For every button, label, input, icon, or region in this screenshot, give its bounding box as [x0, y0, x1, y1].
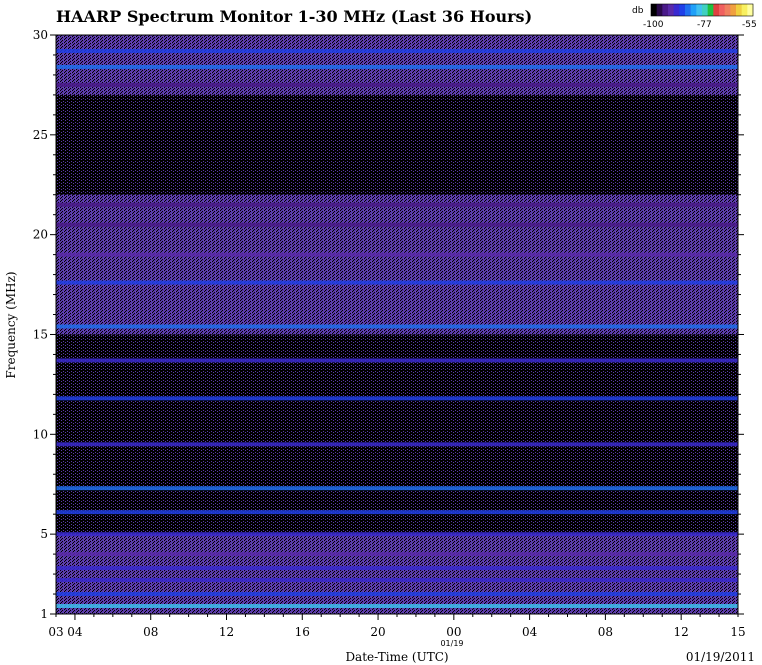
y-tick-label: 25 — [33, 128, 48, 142]
frequency-band — [56, 510, 738, 515]
x-tick-label: 03 — [48, 625, 63, 639]
frequency-bands — [56, 35, 738, 614]
x-tick-label: 20 — [370, 625, 385, 639]
x-tick-label: 12 — [674, 625, 689, 639]
frequency-band — [56, 486, 738, 491]
noise-region — [56, 534, 738, 614]
frequency-band — [56, 532, 738, 537]
colorbar-swatch — [724, 4, 731, 16]
frequency-band — [56, 280, 738, 285]
frequency-band — [56, 324, 738, 329]
y-tick-label: 15 — [33, 327, 48, 341]
colorbar-swatch — [651, 4, 658, 16]
quiet-region — [56, 334, 738, 535]
y-tick-label: 1 — [40, 607, 48, 621]
frequency-band — [56, 396, 738, 401]
colorbar-tick-min: -100 — [643, 20, 664, 30]
frequency-band — [56, 252, 738, 257]
quiet-region — [56, 94, 738, 195]
frequency-band — [56, 202, 738, 207]
colorbar-swatch — [668, 4, 675, 16]
colorbar-swatch — [662, 4, 669, 16]
frequency-band — [56, 578, 738, 583]
y-tick-label: 30 — [33, 28, 48, 42]
plot-area — [55, 34, 739, 615]
colorbar-swatch — [719, 4, 726, 16]
x-tick-label: 08 — [143, 625, 158, 639]
date-label: 01/19/2011 — [686, 650, 755, 664]
x-axis-label: Date-Time (UTC) — [345, 650, 448, 664]
y-tick-label: 5 — [40, 527, 48, 541]
colorbar-swatch — [696, 4, 703, 16]
colorbar-swatch — [713, 4, 720, 16]
colorbar-unit: db — [632, 6, 644, 16]
chart-title: HAARP Spectrum Monitor 1-30 MHz (Last 36… — [56, 7, 532, 26]
frequency-band — [56, 552, 738, 557]
colorbar-swatch — [747, 4, 754, 16]
colorbar-tick-max: -55 — [742, 20, 757, 30]
frequency-band — [56, 48, 738, 53]
x-tick-label: 16 — [295, 625, 310, 639]
noise-region — [56, 194, 738, 245]
colorbar-swatch — [741, 4, 748, 16]
frequency-band — [56, 222, 738, 227]
colorbar-swatch — [690, 4, 697, 16]
y-tick-label: 10 — [33, 427, 48, 441]
frequency-band — [56, 358, 738, 363]
colorbar-swatch — [730, 4, 737, 16]
colorbar-swatch — [673, 4, 680, 16]
x-axis: 03 04 08 12 16 20 00 04 08 12 15 — [48, 614, 746, 639]
date-marker: 01/19 — [440, 639, 463, 648]
spectrogram-chart: HAARP Spectrum Monitor 1-30 MHz (Last 36… — [4, 3, 757, 664]
colorbar-swatch — [707, 4, 714, 16]
frequency-band — [56, 592, 738, 597]
colorbar-tick-mid: -77 — [697, 20, 712, 30]
frequency-band — [56, 82, 738, 87]
colorbar-swatches — [650, 3, 754, 17]
frequency-band — [56, 64, 738, 69]
x-tick-label: 15 — [730, 625, 745, 639]
y-tick-label: 20 — [33, 228, 48, 242]
frequency-band — [56, 442, 738, 447]
colorbar-swatch — [736, 4, 743, 16]
y-axis-label: Frequency (MHz) — [4, 271, 18, 378]
x-tick-label: 08 — [598, 625, 613, 639]
x-tick-label: 04 — [67, 625, 83, 639]
colorbar-swatch — [702, 4, 709, 16]
colorbar-swatch — [685, 4, 692, 16]
frequency-band — [56, 566, 738, 571]
x-tick-label: 12 — [219, 625, 234, 639]
colorbar: db -100 -77 -55 — [632, 3, 757, 30]
colorbar-swatch — [656, 4, 663, 16]
x-tick-label: 00 — [446, 625, 461, 639]
colorbar-swatch — [679, 4, 686, 16]
frequency-band — [56, 604, 738, 609]
x-tick-label: 04 — [522, 625, 538, 639]
